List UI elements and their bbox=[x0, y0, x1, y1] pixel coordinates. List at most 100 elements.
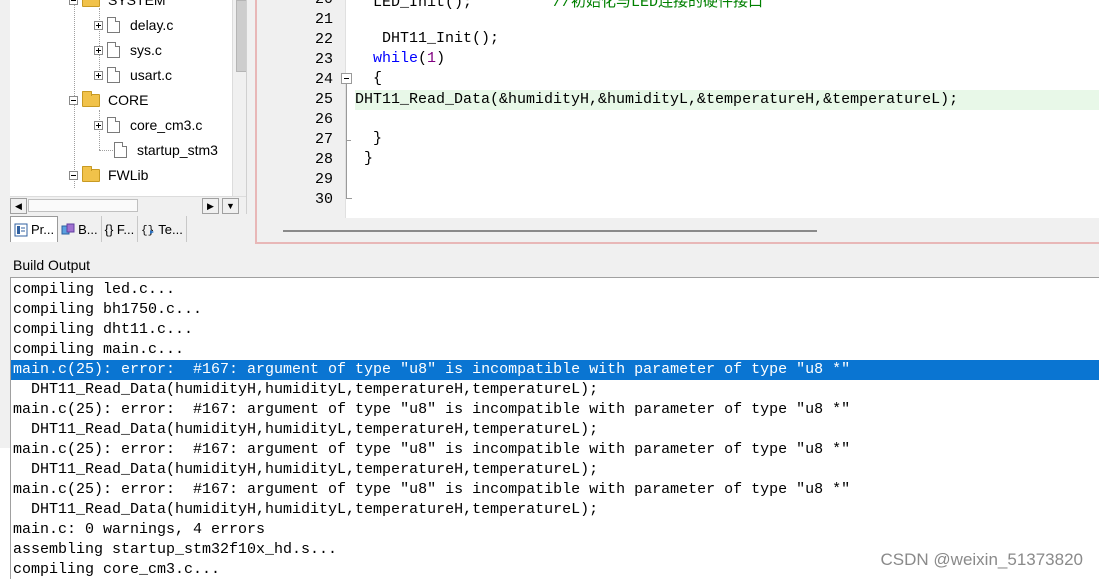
tab-project[interactable]: Pr... bbox=[10, 216, 59, 242]
code-line-23: while(1) bbox=[355, 50, 445, 67]
line-number: 26 bbox=[314, 111, 333, 128]
templates-icon: {} bbox=[141, 225, 154, 236]
build-output-panel[interactable]: compiling led.c... compiling bh1750.c...… bbox=[10, 277, 1099, 579]
tree-folder-core[interactable]: CORE bbox=[69, 90, 148, 110]
scroll-thumb[interactable] bbox=[236, 0, 246, 72]
file-icon bbox=[107, 42, 120, 58]
expand-icon[interactable] bbox=[94, 70, 103, 80]
tab-label: B... bbox=[78, 221, 98, 237]
tab-books[interactable]: B... bbox=[58, 216, 102, 242]
scroll-thumb[interactable] bbox=[283, 230, 817, 232]
code-line-22: DHT11_Init(); bbox=[355, 30, 500, 47]
line-number: 25 bbox=[314, 91, 333, 108]
fold-guide-tick bbox=[346, 140, 351, 141]
panel-title: Build Output bbox=[13, 257, 91, 273]
code-line-25: DHT11_Read_Data(&humidityH,&humidityL,&t… bbox=[355, 91, 959, 108]
project-tree: SYSTEM delay.c sys.c usart.c CORE core_c… bbox=[10, 0, 247, 214]
left-edge-strip bbox=[0, 448, 10, 579]
expand-icon[interactable] bbox=[94, 45, 103, 55]
tree-folder-fwlib[interactable]: FWLib bbox=[69, 165, 148, 185]
line-number: 30 bbox=[314, 191, 333, 208]
code-text: LED_Init(); bbox=[355, 0, 473, 11]
output-line[interactable]: DHT11_Read_Data(humidityH,humidityL,temp… bbox=[11, 460, 1099, 480]
tab-templates[interactable]: {} Te... bbox=[138, 216, 187, 242]
expand-icon[interactable] bbox=[94, 120, 103, 130]
editor-horizontal-scrollbar[interactable] bbox=[257, 218, 1099, 242]
tree-item-label: usart.c bbox=[130, 67, 173, 83]
build-output-header: Build Output bbox=[10, 254, 1099, 276]
project-icon bbox=[14, 223, 28, 236]
books-icon bbox=[61, 223, 75, 235]
code-line-28: } bbox=[355, 150, 374, 167]
tree-item-label: sys.c bbox=[130, 42, 162, 58]
scroll-thumb[interactable] bbox=[28, 199, 138, 212]
scroll-right-icon[interactable]: ▶ bbox=[202, 198, 219, 214]
folder-icon bbox=[82, 165, 100, 182]
line-number: 24 bbox=[314, 71, 333, 88]
output-line[interactable]: compiling led.c... bbox=[11, 280, 1099, 300]
file-icon bbox=[114, 142, 127, 158]
tree-file-usart[interactable]: usart.c bbox=[94, 65, 172, 85]
fold-guide bbox=[346, 84, 347, 198]
output-line[interactable]: main.c(25): error: #167: argument of typ… bbox=[11, 440, 1099, 460]
tree-item-label: CORE bbox=[108, 92, 149, 108]
line-number: 27 bbox=[314, 131, 333, 148]
file-icon bbox=[107, 117, 120, 133]
output-line[interactable]: DHT11_Read_Data(humidityH,humidityL,temp… bbox=[11, 500, 1099, 520]
line-number: 20 bbox=[297, 0, 333, 8]
scroll-down-icon[interactable]: ▼ bbox=[222, 198, 239, 214]
output-line[interactable]: DHT11_Read_Data(humidityH,humidityL,temp… bbox=[11, 380, 1099, 400]
tree-item-label: core_cm3.c bbox=[130, 117, 203, 133]
tree-file-sys[interactable]: sys.c bbox=[94, 40, 162, 60]
tab-functions[interactable]: {} F... bbox=[102, 216, 139, 242]
line-number: 29 bbox=[314, 171, 333, 188]
collapse-icon[interactable] bbox=[69, 0, 78, 5]
keyword-while: while bbox=[373, 50, 419, 67]
line-number: 23 bbox=[314, 51, 333, 68]
collapse-icon[interactable] bbox=[69, 95, 78, 105]
tab-label: {} F... bbox=[104, 221, 135, 237]
output-line[interactable]: compiling main.c... bbox=[11, 340, 1099, 360]
fold-collapse-icon[interactable] bbox=[341, 73, 352, 84]
expand-icon[interactable] bbox=[94, 20, 103, 30]
code-line-20: LED_Init(); //初始化与LED连接的硬件接口 bbox=[355, 0, 763, 11]
tree-folder-system[interactable]: SYSTEM bbox=[69, 0, 166, 10]
line-number: 21 bbox=[314, 11, 333, 28]
tree-item-label: SYSTEM bbox=[108, 0, 166, 8]
tree-file-startup[interactable]: startup_stm3 bbox=[114, 140, 218, 160]
code-paren: ( bbox=[418, 50, 428, 67]
code-paren: ) bbox=[436, 50, 446, 67]
tree-vertical-scrollbar[interactable] bbox=[232, 0, 246, 196]
line-number-gutter: 20 21 22 23 24 25 26 27 28 29 30 bbox=[257, 0, 346, 218]
line-number: 22 bbox=[314, 31, 333, 48]
code-line-27: } bbox=[355, 130, 383, 147]
file-icon bbox=[107, 67, 120, 83]
tree-file-delay[interactable]: delay.c bbox=[94, 15, 173, 35]
tree-item-label: FWLib bbox=[108, 167, 149, 183]
file-icon bbox=[107, 17, 120, 33]
collapse-icon[interactable] bbox=[69, 170, 78, 180]
code-editor[interactable]: 20 21 22 23 24 25 26 27 28 29 30 LED_Ini… bbox=[255, 0, 1099, 244]
tree-item-label: delay.c bbox=[130, 17, 174, 33]
output-line[interactable]: main.c(25): error: #167: argument of typ… bbox=[11, 400, 1099, 420]
output-line[interactable]: DHT11_Read_Data(humidityH,humidityL,temp… bbox=[11, 420, 1099, 440]
tree-horizontal-scrollbar[interactable]: ◀ ▶ ▼ bbox=[10, 196, 246, 215]
tree-file-core-cm3[interactable]: core_cm3.c bbox=[94, 115, 202, 135]
code-line-24: { bbox=[355, 70, 383, 87]
output-line[interactable]: main.c(25): error: #167: argument of typ… bbox=[11, 480, 1099, 500]
panel-tabs: Pr... B... {} F... {} Te... bbox=[10, 216, 246, 244]
output-line[interactable]: compiling bh1750.c... bbox=[11, 300, 1099, 320]
tree-item-label: startup_stm3 bbox=[137, 142, 218, 158]
folder-icon bbox=[82, 0, 100, 7]
svg-text:{}: {} bbox=[141, 225, 154, 236]
output-line[interactable]: compiling dht11.c... bbox=[11, 320, 1099, 340]
tab-label: Te... bbox=[158, 221, 183, 237]
number-literal: 1 bbox=[427, 50, 437, 67]
output-line-selected[interactable]: main.c(25): error: #167: argument of typ… bbox=[11, 360, 1099, 380]
tab-label: Pr... bbox=[31, 222, 55, 237]
scroll-left-icon[interactable]: ◀ bbox=[10, 198, 27, 214]
fold-guide-end bbox=[346, 198, 352, 199]
output-line[interactable]: main.c: 0 warnings, 4 errors bbox=[11, 520, 1099, 540]
watermark: CSDN @weixin_51373820 bbox=[880, 550, 1083, 569]
folder-icon bbox=[82, 90, 100, 107]
